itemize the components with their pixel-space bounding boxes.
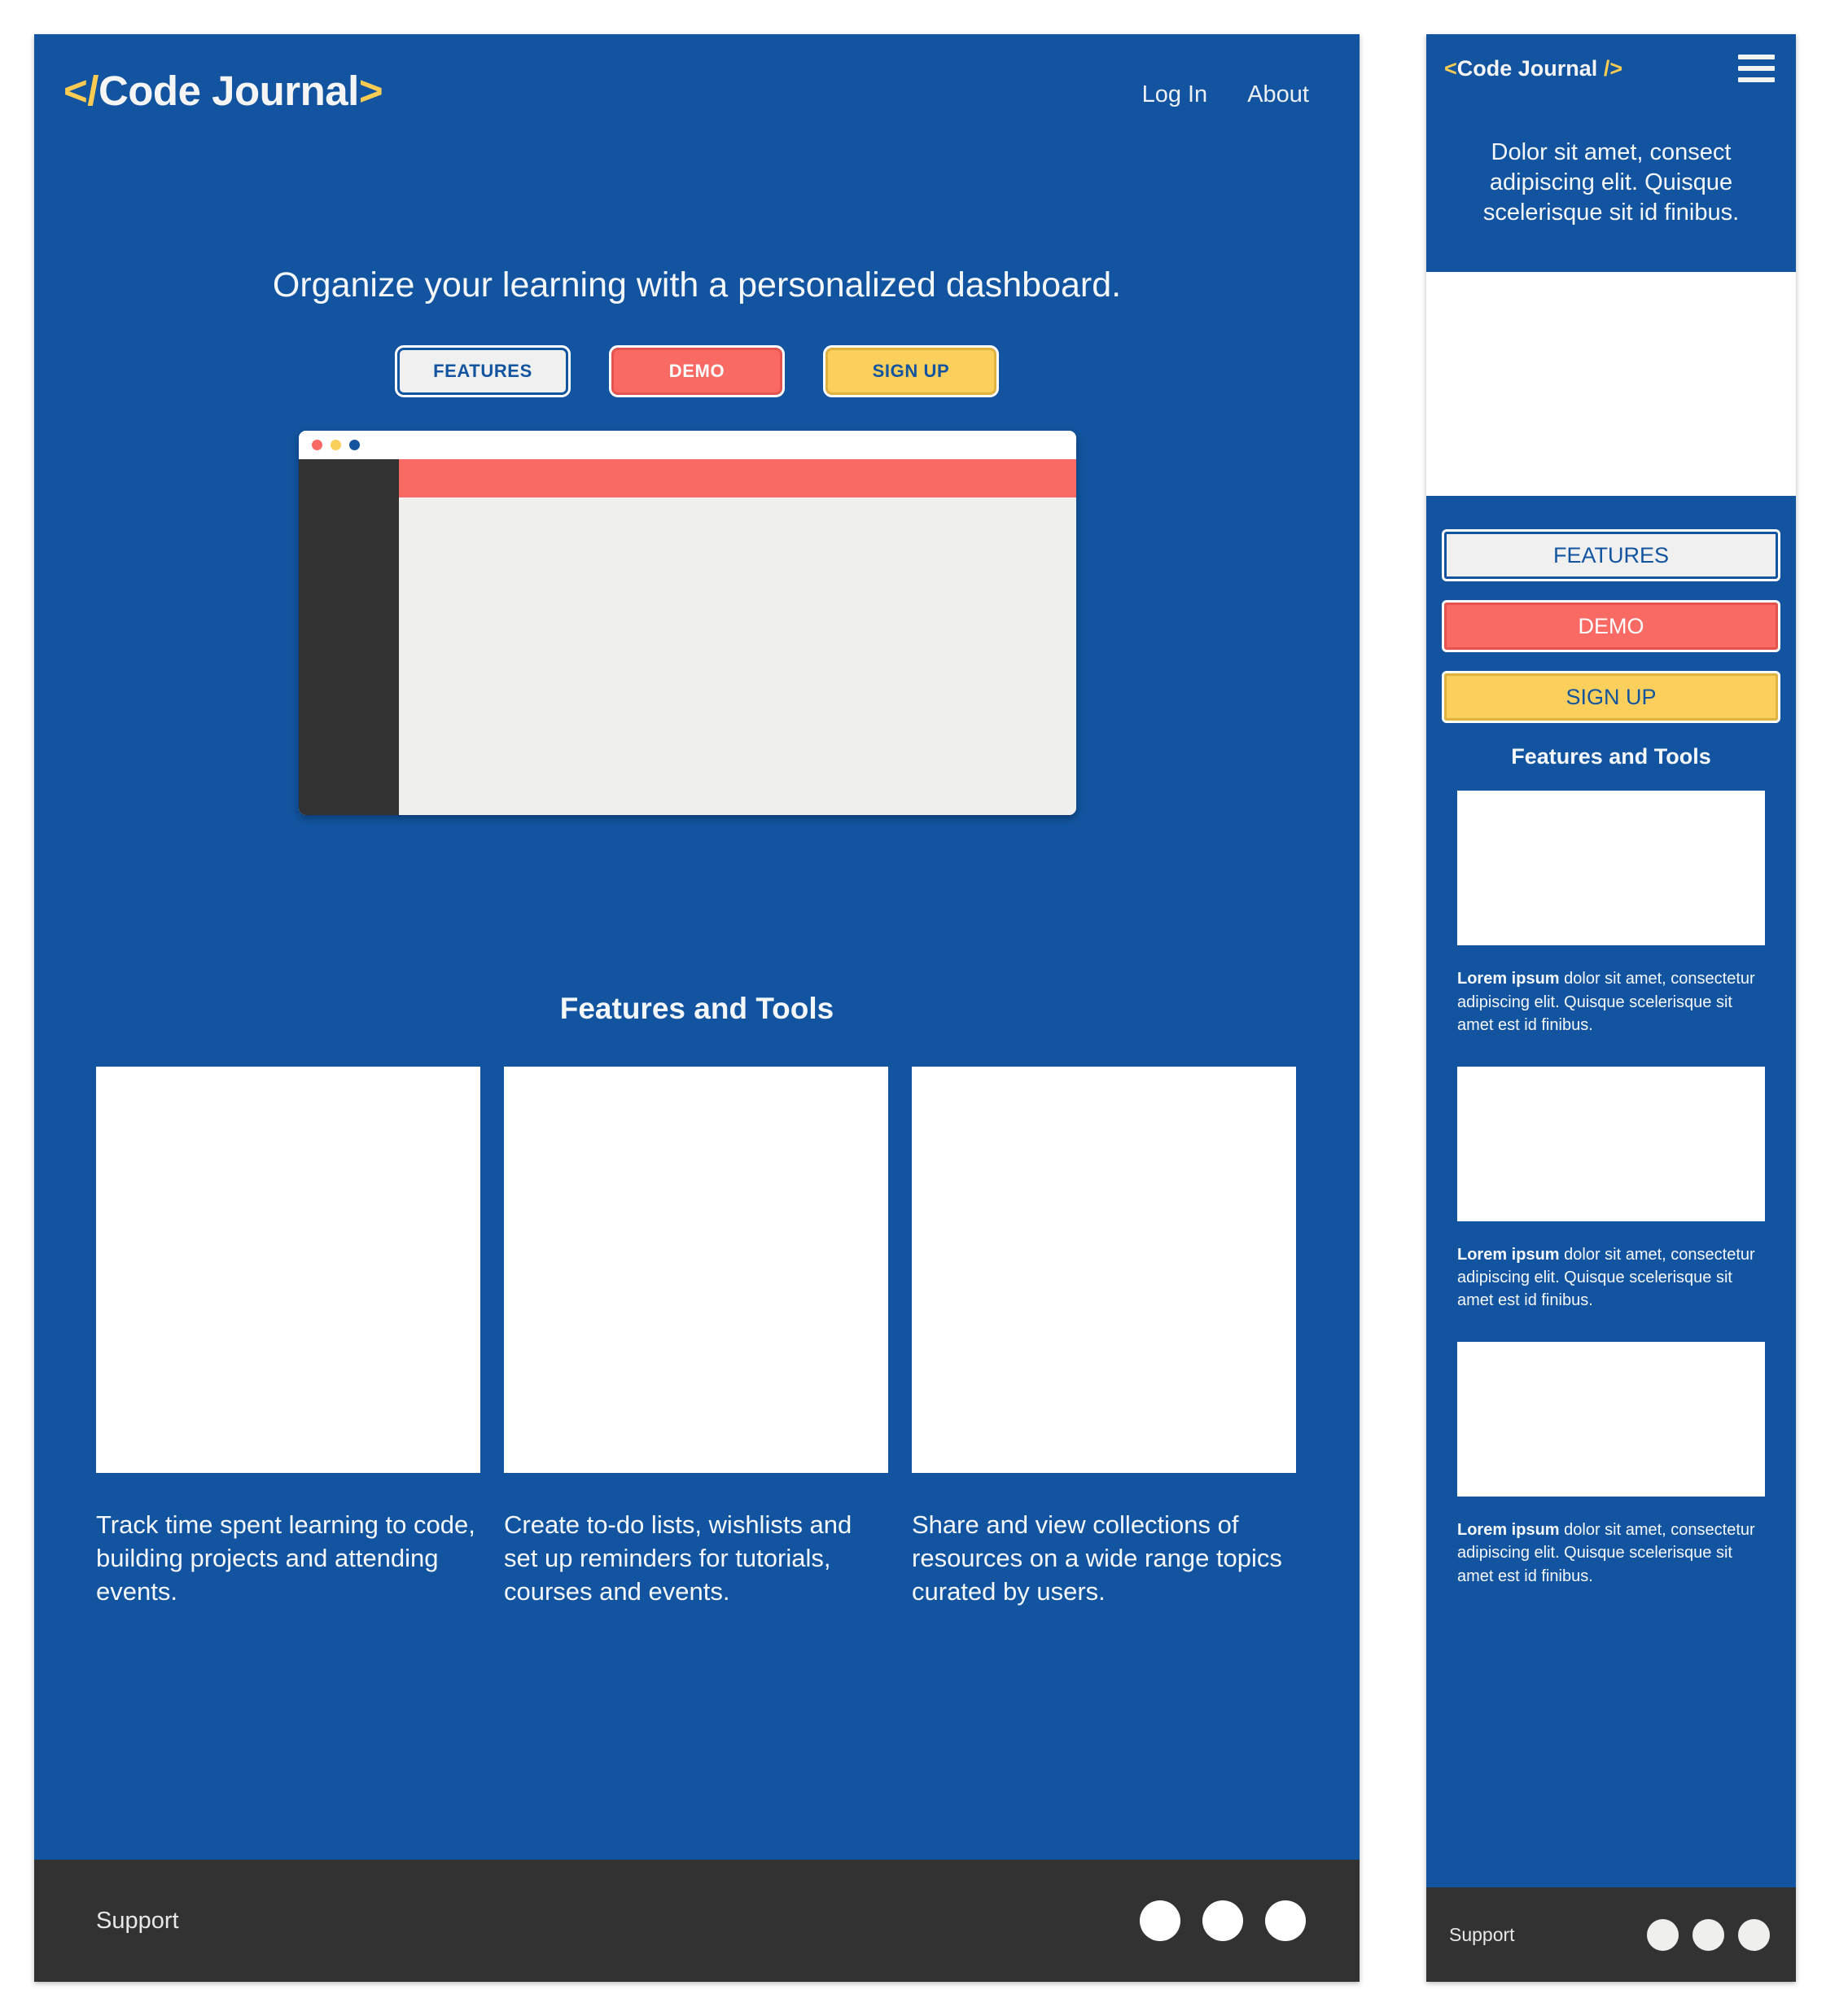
mobile-hero-image-placeholder — [1426, 272, 1796, 497]
browser-body — [299, 459, 1076, 815]
support-link[interactable]: Support — [96, 1908, 179, 1935]
window-close-dot-icon — [312, 440, 322, 450]
mobile-features-section-heading: Features and Tools — [1511, 744, 1711, 769]
mobile-item-lead: Lorem ipsum — [1457, 1520, 1560, 1539]
mobile-hero-text: Dolor sit amet, consect adipiscing elit.… — [1482, 139, 1740, 226]
nav-item-login[interactable]: Log In — [1142, 81, 1208, 108]
mobile-logo-bracket-close: /> — [1603, 55, 1623, 81]
browser-titlebar — [299, 431, 1076, 459]
mobile-item-image-placeholder — [1457, 1066, 1765, 1221]
social-circle-icon[interactable] — [1202, 1900, 1243, 1941]
window-minimize-dot-icon — [331, 440, 341, 450]
site-logo[interactable]: </Code Journal> — [63, 67, 383, 115]
feature-card-text: Share and view collections of resources … — [912, 1510, 1282, 1606]
social-circle-icon[interactable] — [1738, 1918, 1770, 1951]
mobile-features-button[interactable]: FEATURES — [1442, 529, 1780, 582]
feature-card-list: Track time spent learning to code, build… — [96, 1067, 1298, 1634]
features-button[interactable]: FEATURES — [395, 345, 571, 397]
mobile-list-item: Lorem ipsum dolor sit amet, consectetur … — [1457, 791, 1765, 1036]
mobile-item-text: Lorem ipsum dolor sit amet, consectetur … — [1457, 1243, 1765, 1313]
nav-item-about[interactable]: About — [1247, 81, 1309, 108]
social-circle-icon[interactable] — [1692, 1918, 1724, 1951]
feature-card: Track time spent learning to code, build… — [96, 1067, 480, 1634]
feature-card-image-placeholder — [912, 1067, 1296, 1473]
mobile-logo-text: Code Journal — [1456, 55, 1604, 81]
browser-content-placeholder — [399, 497, 1076, 815]
feature-card: Share and view collections of resources … — [912, 1067, 1296, 1634]
signup-button[interactable]: SIGN UP — [823, 345, 999, 397]
mobile-footer: Support — [1426, 1887, 1796, 1982]
hamburger-bar — [1738, 55, 1775, 59]
hamburger-menu-icon[interactable] — [1738, 55, 1775, 82]
social-circle-icon[interactable] — [1265, 1900, 1306, 1941]
desktop-footer: Support — [34, 1860, 1360, 1982]
logo-text: Code Journal — [98, 68, 359, 114]
features-section-heading: Features and Tools — [559, 991, 834, 1025]
mobile-item-lead: Lorem ipsum — [1457, 1245, 1560, 1264]
mobile-support-link[interactable]: Support — [1449, 1924, 1515, 1946]
mobile-item-text: Lorem ipsum dolor sit amet, consectetur … — [1457, 967, 1765, 1036]
mobile-header: <Code Journal /> — [1426, 34, 1796, 103]
feature-card: Create to-do lists, wishlists and set up… — [504, 1067, 888, 1634]
browser-topbar-placeholder — [399, 459, 1076, 497]
mobile-signup-button[interactable]: SIGN UP — [1442, 671, 1780, 724]
mobile-list-item: Lorem ipsum dolor sit amet, consectetur … — [1457, 1341, 1765, 1588]
mobile-item-lead: Lorem ipsum — [1457, 970, 1560, 988]
mobile-item-image-placeholder — [1457, 1341, 1765, 1497]
hero-headline: Organize your learning with a personaliz… — [272, 265, 1122, 305]
hero-cta-group: FEATURES DEMO SIGN UP — [34, 345, 1360, 397]
desktop-mockup-panel: </Code Journal> Log In About Organize yo… — [34, 34, 1360, 1982]
mobile-site-logo[interactable]: <Code Journal /> — [1444, 56, 1622, 81]
mobile-social-icon-group — [1647, 1918, 1770, 1951]
mobile-demo-button[interactable]: DEMO — [1442, 600, 1780, 653]
mobile-cta-group: FEATURES DEMO SIGN UP — [1426, 496, 1796, 724]
mobile-feature-list: Lorem ipsum dolor sit amet, consectetur … — [1426, 791, 1796, 1588]
demo-button[interactable]: DEMO — [609, 345, 785, 397]
browser-sidebar-placeholder — [299, 459, 399, 815]
feature-card-text: Track time spent learning to code, build… — [96, 1510, 475, 1606]
logo-bracket-close: > — [358, 68, 383, 114]
mobile-logo-bracket-open: < — [1444, 55, 1457, 81]
window-maximize-dot-icon — [349, 440, 360, 450]
feature-card-image-placeholder — [96, 1067, 480, 1473]
desktop-nav: Log In About — [1142, 81, 1309, 108]
feature-card-image-placeholder — [504, 1067, 888, 1473]
mobile-item-text: Lorem ipsum dolor sit amet, consectetur … — [1457, 1519, 1765, 1588]
mobile-mockup-panel: <Code Journal /> Dolor sit amet, consect… — [1426, 34, 1796, 1982]
browser-main-area — [399, 459, 1076, 815]
hamburger-bar — [1738, 77, 1775, 82]
social-icon-group — [1140, 1900, 1306, 1941]
social-circle-icon[interactable] — [1647, 1918, 1679, 1951]
desktop-header: </Code Journal> Log In About — [34, 34, 1360, 125]
mobile-item-image-placeholder — [1457, 791, 1765, 946]
browser-window-mockup — [299, 431, 1076, 815]
social-circle-icon[interactable] — [1140, 1900, 1180, 1941]
feature-card-text: Create to-do lists, wishlists and set up… — [504, 1510, 852, 1606]
hamburger-bar — [1738, 66, 1775, 71]
logo-bracket-open: </ — [63, 68, 99, 114]
mobile-list-item: Lorem ipsum dolor sit amet, consectetur … — [1457, 1066, 1765, 1313]
